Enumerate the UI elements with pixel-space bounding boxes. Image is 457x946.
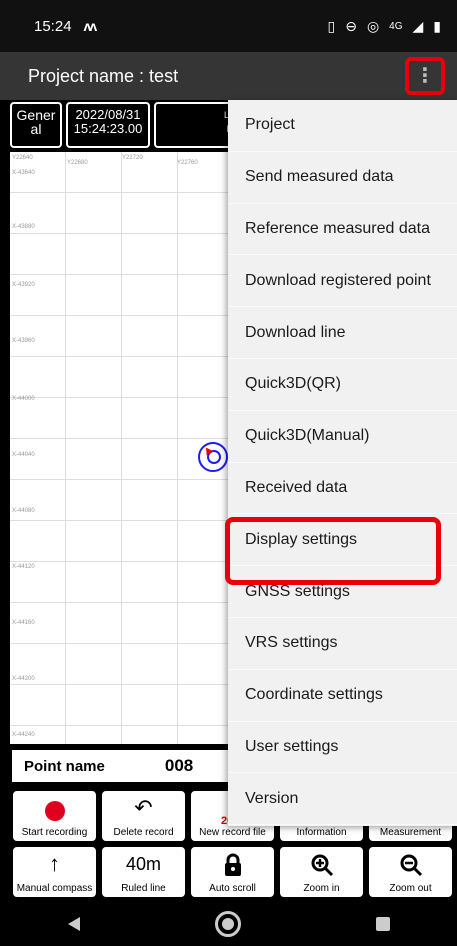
y-label: X-44000 [12,396,35,402]
datetime-box: 2022/08/31 15:24:23.00 [66,102,150,148]
mode-line-1: Gener [16,107,56,123]
y-label: X-43960 [12,338,35,344]
zoom-out-icon [399,853,423,881]
zoom-in-button[interactable]: Zoom in [278,845,365,899]
mode-box[interactable]: Gener al [10,102,62,148]
back-icon[interactable] [67,917,80,931]
menu-item-received-data[interactable]: Received data [228,463,457,515]
toolbar-row-2: ↑ Manual compass 40m Ruled line Auto scr… [10,844,455,900]
menu-item-user-settings[interactable]: User settings [228,722,457,774]
home-inner [221,918,234,930]
recents-icon[interactable] [375,917,390,931]
mode-line-2: al [30,121,42,137]
menu-item-download-registered-point[interactable]: Download registered point [228,255,457,308]
menu-item-project[interactable]: Project [228,100,457,152]
y-label: X-43640 [12,170,35,176]
menu-item-send-measured-data[interactable]: Send measured data [228,152,457,204]
overflow-menu-button[interactable]: ⋮ [405,57,445,95]
button-label: New record file [199,827,266,838]
status-bar: 15:24 ʌʌ ▯ ⊖ ◎ 4G ◢ ▮ [0,0,457,52]
point-name-value: 008 [164,756,194,775]
button-label: Auto scroll [209,883,256,894]
battery-icon: ▮ [433,17,441,34]
menu-item-gnss-settings[interactable]: GNSS settings [228,566,457,618]
y-label: X-43920 [12,282,35,288]
vibrate-icon: ▯ [327,17,336,34]
menu-item-quick3d-qr[interactable]: Quick3D(QR) [228,359,457,411]
signal-icon: ◢ [412,17,424,34]
x-label: Y22720 [122,155,143,161]
dnd-icon: ⊖ [345,17,357,34]
app-bar: Project name : test ⋮ [0,52,457,100]
menu-item-reference-measured-data[interactable]: Reference measured data [228,204,457,256]
manual-compass-button[interactable]: ↑ Manual compass [11,845,98,899]
y-label: X-43880 [12,224,35,230]
ruled-line-button[interactable]: 40m Ruled line [100,845,187,899]
menu-item-quick3d-manual[interactable]: Quick3D(Manual) [228,411,457,463]
y-label: X-44080 [12,508,35,514]
x-label: Y22760 [177,160,198,166]
button-label: Zoom in [303,883,340,894]
y-label: X-44200 [12,676,35,682]
record-icon [44,801,65,821]
location-line-2: I [159,122,229,136]
y-label: X-44240 [12,732,35,738]
y-label: X-44160 [12,620,35,626]
network-type: 4G [389,20,403,32]
location-line-1: L [223,110,229,120]
button-label: Measurement [379,827,442,838]
start-recording-button[interactable]: Start recording [11,789,98,843]
auto-scroll-button[interactable]: Auto scroll [189,845,276,899]
menu-item-display-settings[interactable]: Display settings [225,514,457,586]
status-time: 15:24 [34,17,72,35]
status-icons: ▯ ⊖ ◎ 4G ◢ ▮ [327,18,441,35]
menu-item-vrs-settings[interactable]: VRS settings [228,618,457,670]
zoom-out-button[interactable]: Zoom out [367,845,454,899]
ruler-distance: 40m [125,854,162,874]
zoom-in-icon [310,853,334,881]
date-text: 2022/08/31 [75,107,141,122]
menu-item-download-line[interactable]: Download line [228,307,457,359]
time-text: 15:24:23.00 [73,121,143,136]
button-label: Manual compass [16,883,93,894]
y-label: X-44040 [12,452,35,458]
undo-icon: ↶ [134,795,153,820]
button-label: Ruled line [121,883,166,894]
button-label: Delete record [113,827,174,838]
point-name-label: Point name [24,757,105,775]
y-label: X-44120 [12,564,35,570]
button-label: Start recording [21,827,88,838]
button-label: Information [296,827,347,838]
system-nav-bar [0,902,457,946]
app-notification-icon: ʌʌ [83,18,98,34]
button-label: Zoom out [389,883,432,894]
menu-item-coordinate-settings[interactable]: Coordinate settings [228,670,457,722]
x-label: Y22640 [12,155,33,161]
menu-item-version[interactable]: Version [228,773,457,826]
delete-record-button[interactable]: ↶ Delete record [100,789,187,843]
lock-icon [222,853,244,881]
current-position-marker [198,442,228,472]
more-vert-icon: ⋮ [415,65,435,87]
hotspot-icon: ◎ [366,17,380,34]
arrow-up-icon: ↑ [49,851,60,876]
page-title: Project name : test [28,65,179,86]
x-label: Y22680 [67,160,88,166]
home-icon[interactable] [214,911,241,937]
location-box: L I [154,102,234,148]
overflow-menu: Project Send measured data Reference mea… [225,100,457,826]
